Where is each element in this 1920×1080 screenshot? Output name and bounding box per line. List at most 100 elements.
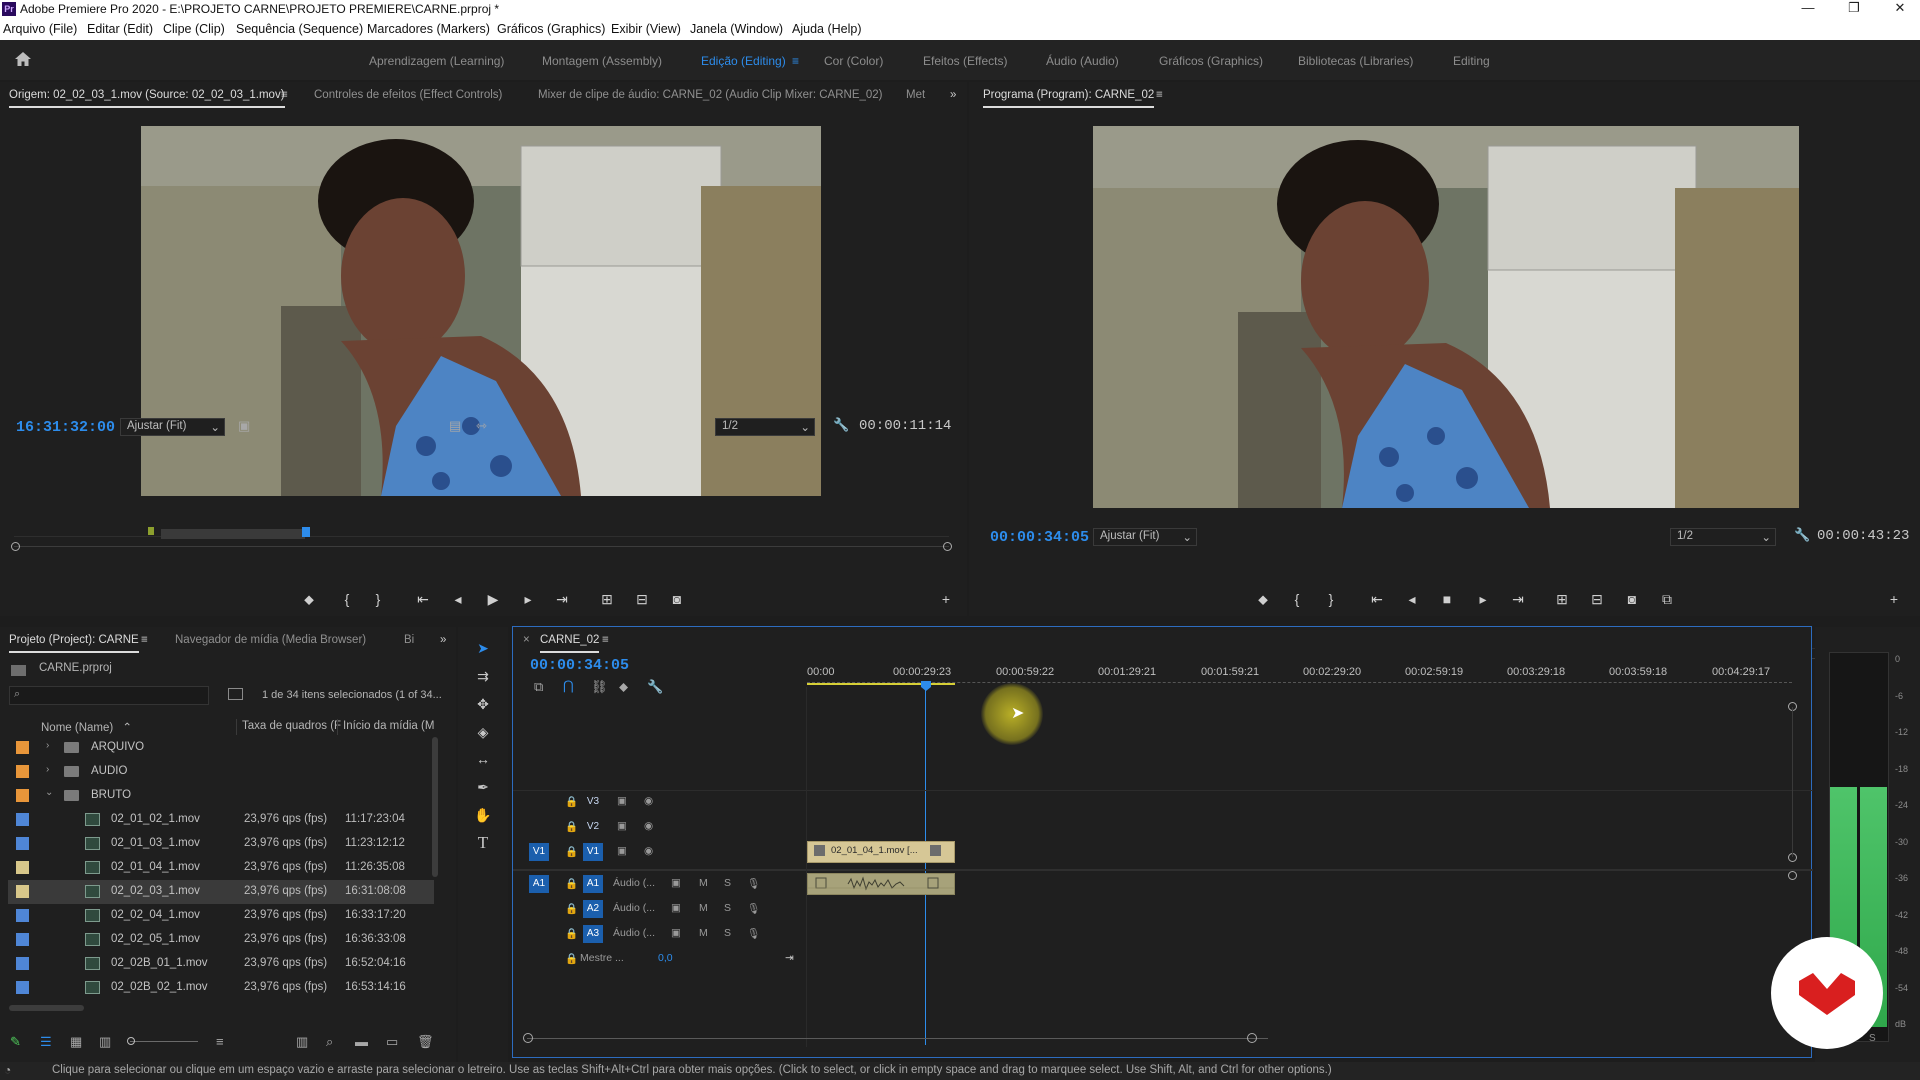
solo-button[interactable]: S [724,877,731,889]
insert-icon[interactable]: ⊞ [597,591,617,609]
close-button[interactable]: ✕ [1880,0,1920,18]
mute-button[interactable]: M [699,902,708,914]
label-color[interactable] [16,957,29,970]
zoom-slider[interactable] [127,1037,198,1045]
safe-margins-icon[interactable]: ▣ [238,418,250,434]
pencil-icon[interactable]: ✎ [10,1034,21,1050]
solo-button[interactable]: S [724,902,731,914]
track-label-a1[interactable]: A1 [583,875,603,893]
workspace-audio[interactable]: Áudio (Audio) [1046,54,1119,68]
label-color[interactable] [16,765,29,778]
work-area-bar[interactable] [807,683,955,685]
stop-icon[interactable]: ■ [1437,591,1457,609]
sync-lock-icon[interactable]: ▣ [671,902,681,914]
timeline-horizontal-scrollbar[interactable] [527,1038,1268,1039]
menu-edit[interactable]: Editar (Edit) [87,22,153,36]
menu-markers[interactable]: Marcadores (Markers) [367,22,490,36]
timeline-ruler[interactable]: 00:00 00:00:29:23 00:00:59:22 00:01:29:2… [807,627,1807,689]
vertical-scroll-track[interactable] [1792,707,1793,857]
label-color[interactable] [16,861,29,874]
eye-icon[interactable]: ◉ [644,845,653,857]
workspace-menu-icon[interactable]: ≡ [792,54,799,68]
label-color[interactable] [16,981,29,994]
tab-metadata[interactable]: Met [906,89,925,101]
workspace-assembly[interactable]: Montagem (Assembly) [542,54,662,68]
list-item-clip[interactable]: 02_01_04_1.mov 23,976 qps (fps) 11:26:35… [8,856,434,880]
source-resolution-dropdown[interactable]: 1/2 ⌄ [715,418,815,436]
slip-tool-icon[interactable]: ↔ [471,748,495,770]
hand-tool-icon[interactable]: ✋ [471,804,495,826]
drag-video-icon[interactable]: ▤ [449,418,461,434]
play-icon[interactable]: ▶ [483,591,503,609]
workspace-color[interactable]: Cor (Color) [824,54,883,68]
tab-bin[interactable]: Bi [404,634,414,646]
microphone-icon[interactable]: 🎙 [747,877,760,890]
panel-overflow-icon[interactable]: » [440,634,446,646]
tab-menu-icon[interactable]: ≡ [1156,89,1163,101]
export-frame-icon[interactable]: ◙ [1622,591,1642,609]
label-color[interactable] [16,885,29,898]
menu-sequence[interactable]: Sequência (Sequence) [236,22,363,36]
settings-wrench-icon[interactable]: 🔧 [1794,527,1810,543]
trash-icon[interactable]: 🗑 [417,1034,434,1050]
sync-lock-icon[interactable]: ▣ [617,845,627,857]
maximize-button[interactable]: ❐ [1834,0,1874,18]
list-item-clip-selected[interactable]: 02_02_03_1.mov 23,976 qps (fps) 16:31:08… [8,880,434,904]
new-bin-icon[interactable]: ▬ [355,1034,368,1049]
new-item-icon[interactable]: ▭ [386,1034,398,1050]
chevron-right-icon[interactable]: › [46,740,49,751]
find-icon[interactable]: ⌕ [326,1034,333,1050]
step-forward-icon[interactable]: ▸ [518,591,538,609]
vertical-zoom-handle[interactable] [1788,871,1797,880]
menu-graphics[interactable]: Gráficos (Graphics) [497,22,605,36]
workspace-editing[interactable]: Edição (Editing) [701,54,786,68]
workspace-learning[interactable]: Aprendizagem (Learning) [369,54,504,68]
list-item-clip[interactable]: 02_02_04_1.mov 23,976 qps (fps) 16:33:17… [8,904,434,928]
workspace-effects[interactable]: Efeitos (Effects) [923,54,1007,68]
track-label-v2[interactable]: V2 [583,818,603,836]
menu-window[interactable]: Janela (Window) [690,22,783,36]
eye-icon[interactable]: ◉ [644,820,653,832]
list-item-clip[interactable]: 02_02_05_1.mov 23,976 qps (fps) 16:36:33… [8,928,434,952]
tab-effect-controls[interactable]: Controles de efeitos (Effect Controls) [314,89,502,101]
list-item-folder-audio[interactable]: › AUDIO [8,760,434,784]
type-tool-icon[interactable]: T [471,832,495,854]
zoom-handle-right[interactable] [943,542,952,551]
minimize-button[interactable]: — [1788,0,1828,18]
lock-icon[interactable]: 🔒 [565,902,578,915]
project-search-input[interactable]: ⌕ [9,686,209,705]
label-color[interactable] [16,813,29,826]
list-item-clip[interactable]: 02_02B_02_1.mov 23,976 qps (fps) 16:53:1… [8,976,434,1000]
tab-audio-clip-mixer[interactable]: Mixer de clipe de áudio: CARNE_02 (Audio… [538,89,883,101]
workspace-libraries[interactable]: Bibliotecas (Libraries) [1298,54,1413,68]
source-patch-a1[interactable]: A1 [529,875,549,893]
drag-audio-icon[interactable]: ⇿ [476,418,487,434]
source-video-frame[interactable] [141,126,821,496]
list-item-folder-bruto[interactable]: ⌄ BRUTO [8,784,434,808]
list-item-clip[interactable]: 02_01_03_1.mov 23,976 qps (fps) 11:23:12… [8,832,434,856]
microphone-icon[interactable]: 🎙 [747,927,760,940]
sync-lock-icon[interactable]: ▣ [671,927,681,939]
lock-icon[interactable]: 🔒 [565,877,578,890]
lock-icon[interactable]: 🔒 [565,927,578,940]
extract-icon[interactable]: ⊟ [1587,591,1607,609]
list-item-clip[interactable]: 02_02B_01_1.mov 23,976 qps (fps) 16:52:0… [8,952,434,976]
scroll-handle-left[interactable] [523,1033,533,1043]
source-patch-v1[interactable]: V1 [529,843,549,861]
automate-to-sequence-icon[interactable]: ▥ [296,1034,308,1050]
mark-in-icon[interactable]: { [337,591,357,609]
list-item-clip[interactable]: 02_01_02_1.mov 23,976 qps (fps) 11:17:23… [8,808,434,832]
sort-icons-icon[interactable]: ≡ [216,1034,224,1049]
menu-file[interactable]: Arquivo (File) [3,22,77,36]
track-label-v1[interactable]: V1 [583,843,603,861]
source-time-ruler[interactable] [11,527,952,556]
zoom-slider-handle[interactable] [127,1037,135,1045]
label-color[interactable] [16,837,29,850]
button-editor-icon[interactable]: + [1884,591,1904,609]
horizontal-scrollbar[interactable] [9,1005,84,1011]
label-color[interactable] [16,909,29,922]
program-resolution-dropdown[interactable]: 1/2 ⌄ [1670,528,1776,546]
go-to-in-icon[interactable]: ⇤ [413,591,433,609]
vertical-scrollbar[interactable] [432,737,438,877]
menu-help[interactable]: Ajuda (Help) [792,22,861,36]
